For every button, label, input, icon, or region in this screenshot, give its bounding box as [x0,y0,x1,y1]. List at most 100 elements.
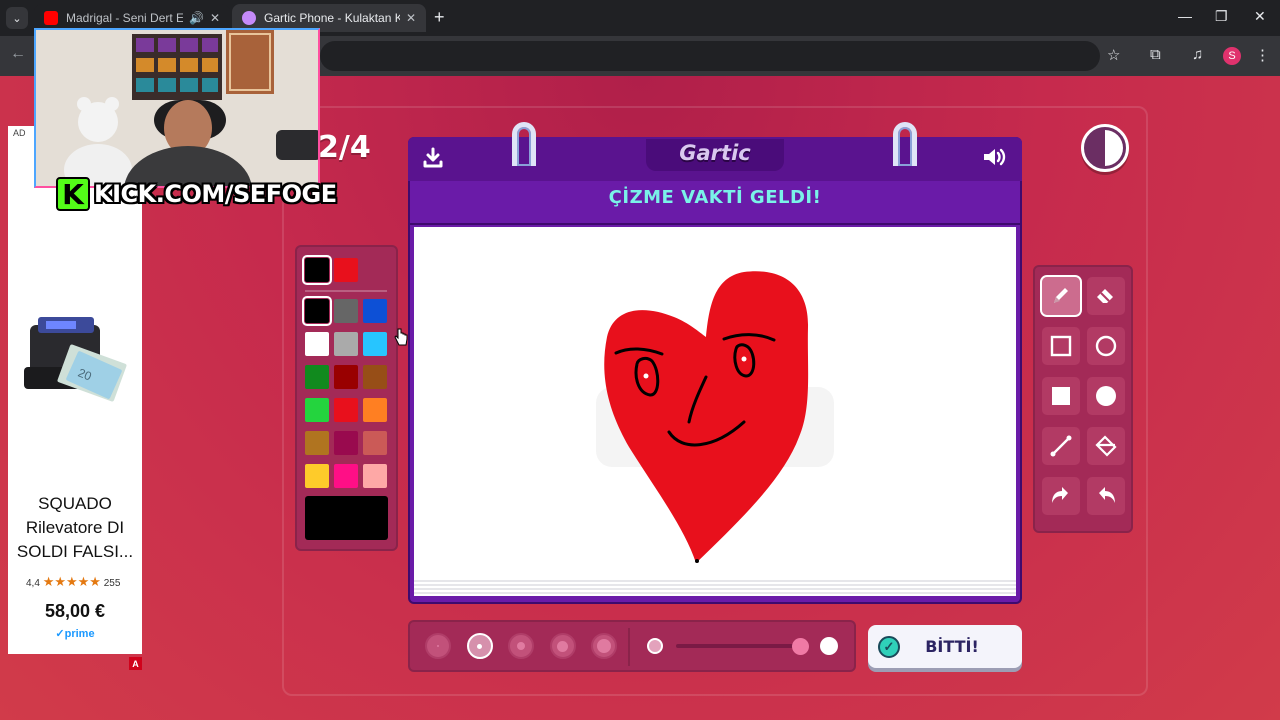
checkmark-icon: ✓ [878,635,900,658]
streamer-webcam [34,28,320,188]
pencil-tool[interactable] [1040,275,1082,317]
tab-close-icon[interactable]: ✕ [406,11,416,25]
sound-icon[interactable] [981,145,1007,169]
minimize-button[interactable]: — [1178,8,1192,24]
current-color-preview[interactable] [305,496,388,540]
gartic-logo: Gartic [679,141,751,165]
timer-icon [1081,124,1129,172]
ad-label: AD [13,128,26,138]
brush-size-option[interactable] [549,633,576,659]
rating-count: 255 [103,578,121,589]
brush-size-option[interactable] [466,633,493,659]
back-button[interactable]: ← [10,45,26,63]
bucket-icon [1095,435,1117,457]
download-icon[interactable] [421,146,445,170]
hand-cursor-icon [394,328,408,346]
circle-outline-icon [1095,335,1117,357]
media-control-icon[interactable]: ♫ [1192,46,1203,63]
redo-icon [1099,487,1115,503]
rating-value: 4,4 [26,578,40,589]
color-swatch[interactable] [334,332,358,356]
line-tool[interactable] [1042,427,1080,465]
opacity-slider-track[interactable] [676,644,800,648]
color-swatch[interactable] [363,365,387,389]
circle-filled-icon [1096,386,1116,406]
color-swatch[interactable] [305,464,329,488]
square-filled-icon [1052,387,1070,405]
profile-avatar[interactable]: S [1223,47,1241,65]
color-swatch[interactable] [334,398,358,422]
ad-choices-icon[interactable]: A [129,657,142,670]
webcam-scene [36,30,318,186]
recent-color-swatch[interactable] [302,255,332,285]
timer-progress [1087,130,1123,166]
color-swatch[interactable] [363,332,387,356]
brush-size-dot [557,640,568,652]
kick-channel-banner: K KICK.COM/SEFOGE [56,177,337,211]
brush-size-option[interactable] [425,633,451,659]
palette-divider [305,290,387,292]
color-swatch[interactable] [363,464,387,488]
new-tab-button[interactable]: + [434,8,445,26]
color-swatch[interactable] [305,332,329,356]
brush-size-dot [597,639,611,653]
color-swatch[interactable] [334,464,358,488]
color-swatch[interactable] [305,398,329,422]
menu-icon[interactable]: ⋮ [1255,46,1270,64]
rectangle-fill-tool[interactable] [1042,377,1080,415]
brush-size-option[interactable] [591,633,617,659]
tab-search-chevron-icon[interactable]: ⌄ [6,7,28,29]
tab-title: Madrigal - Seni Dert Etmeleri [66,11,183,25]
kick-logo-icon: K [56,177,90,211]
undo-icon [1052,487,1068,503]
kick-url: KICK.COM/SEFOGE [94,180,337,208]
tab-close-icon[interactable]: ✕ [210,11,220,25]
money-detector-product-image: 20 [24,317,127,402]
close-window-button[interactable]: ✕ [1254,8,1266,25]
opacity-slider-thumb[interactable] [792,638,809,655]
brush-size-dot [437,645,439,647]
ad-rating: 4,4 ★★★★★ 255 [26,574,120,590]
line-icon [1050,435,1072,457]
brush-size-dot [517,642,525,650]
color-swatch[interactable] [305,365,329,389]
ad-price: 58,00 € [44,601,106,621]
fill-bucket-tool[interactable] [1087,427,1125,465]
done-label: BİTTİ! [925,637,979,656]
ellipse-fill-tool[interactable] [1087,377,1125,415]
redo-tool[interactable] [1087,477,1125,515]
extensions-icon[interactable]: ⧉ [1150,46,1161,63]
color-swatch[interactable] [334,365,358,389]
undo-tool[interactable] [1042,477,1080,515]
draw-prompt: ÇİZME VAKTİ GELDİ! [608,187,822,208]
gartic-favicon-icon [242,11,256,25]
notebook-pages [414,580,1016,596]
color-swatch[interactable] [334,431,358,455]
recent-color-swatch[interactable] [334,258,358,282]
color-swatch[interactable] [334,299,358,323]
audio-icon[interactable]: 🔊 [189,11,204,25]
rectangle-outline-tool[interactable] [1042,327,1080,365]
done-button[interactable]: ✓ BİTTİ! [868,625,1022,668]
color-swatch[interactable] [363,431,387,455]
binder-ring [512,122,536,166]
pencil-icon [1054,288,1068,303]
binder-ring [893,122,917,166]
brush-size-option[interactable] [508,633,534,659]
color-swatch[interactable] [302,296,332,326]
color-swatch[interactable] [363,398,387,422]
eraser-tool[interactable] [1087,277,1125,315]
address-bar[interactable] [320,41,1100,71]
rating-stars-icon: ★★★★★ [42,574,101,589]
panel-divider [628,628,630,666]
ellipse-outline-tool[interactable] [1087,327,1125,365]
maximize-button[interactable]: ❐ [1215,8,1228,25]
ad-title[interactable]: SQUADO Rilevatore DI SOLDI FALSI... [8,492,142,564]
color-swatch[interactable] [305,431,329,455]
bookmark-star-icon[interactable]: ☆ [1107,46,1120,64]
brush-size-dot [477,643,482,649]
color-swatch[interactable] [363,299,387,323]
round-counter: 2/4 [318,130,371,165]
square-outline-icon [1050,335,1072,357]
opacity-max-icon [820,637,838,655]
